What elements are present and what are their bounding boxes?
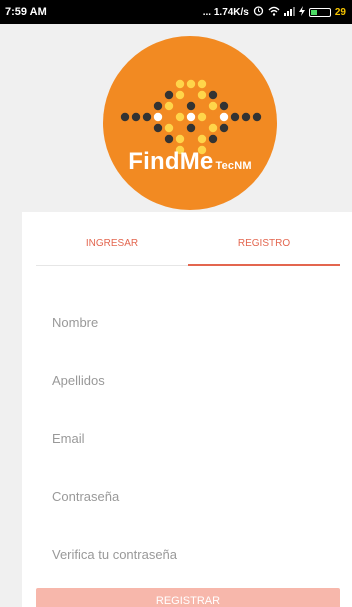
logo-dot: [186, 79, 196, 89]
logo-area: FindMe TecNM: [0, 24, 352, 212]
status-bar: 7:59 AM ... 1.74K/s 29: [0, 0, 352, 24]
apellidos-field[interactable]: Apellidos: [52, 373, 332, 388]
signal-icon: [283, 6, 295, 19]
alarm-icon: [253, 5, 264, 19]
logo-subtitle: TecNM: [215, 160, 252, 172]
tab-registro[interactable]: REGISTRO: [188, 232, 340, 266]
logo-dot: [219, 112, 229, 122]
logo-title: FindMe: [128, 148, 214, 175]
logo-dot: [175, 79, 185, 89]
logo-dot: [175, 134, 185, 144]
logo-dot: [142, 112, 152, 122]
logo-dot: [164, 134, 174, 144]
email-field[interactable]: Email: [52, 431, 332, 446]
tab-ingresar[interactable]: INGRESAR: [36, 232, 188, 265]
logo-dot: [208, 90, 218, 100]
logo-dots-graphic: [120, 79, 262, 155]
logo-dot: [153, 101, 163, 111]
logo-dot: [208, 123, 218, 133]
logo-dot: [164, 101, 174, 111]
registrar-button[interactable]: REGISTRAR: [36, 588, 340, 607]
logo-dot: [208, 134, 218, 144]
confirm-password-field[interactable]: Verifica tu contraseña: [52, 547, 332, 562]
logo-dot: [197, 79, 207, 89]
battery-icon: [308, 7, 331, 17]
logo-text: FindMe TecNM: [103, 148, 277, 176]
logo-dot: [208, 101, 218, 111]
logo-dot: [186, 123, 196, 133]
logo-dot: [164, 123, 174, 133]
status-icons: ... 1.74K/s 29: [203, 5, 346, 19]
status-time: 7:59 AM: [5, 6, 47, 18]
battery-percentage: 29: [334, 6, 346, 18]
logo-dot: [186, 101, 196, 111]
logo-dot: [219, 123, 229, 133]
logo-dot: [252, 112, 262, 122]
logo-dot: [241, 112, 251, 122]
auth-tabs: INGRESAR REGISTRO: [36, 232, 340, 266]
logo-dot: [153, 123, 163, 133]
logo-dot: [197, 90, 207, 100]
charging-icon: [298, 5, 305, 19]
logo-dot: [120, 112, 130, 122]
password-field[interactable]: Contraseña: [52, 489, 332, 504]
logo-dot: [131, 112, 141, 122]
findme-logo: FindMe TecNM: [103, 36, 277, 210]
logo-dot: [219, 101, 229, 111]
wifi-icon: [268, 6, 280, 19]
logo-dot: [186, 112, 196, 122]
register-card: INGRESAR REGISTRO Nombre Apellidos Email…: [22, 212, 352, 607]
logo-dot: [153, 112, 163, 122]
logo-dot: [164, 90, 174, 100]
logo-dot: [197, 112, 207, 122]
logo-dot: [197, 134, 207, 144]
logo-dot: [230, 112, 240, 122]
network-speed: ... 1.74K/s: [202, 6, 249, 18]
logo-dot: [175, 90, 185, 100]
logo-dot: [175, 112, 185, 122]
nombre-field[interactable]: Nombre: [52, 315, 332, 330]
